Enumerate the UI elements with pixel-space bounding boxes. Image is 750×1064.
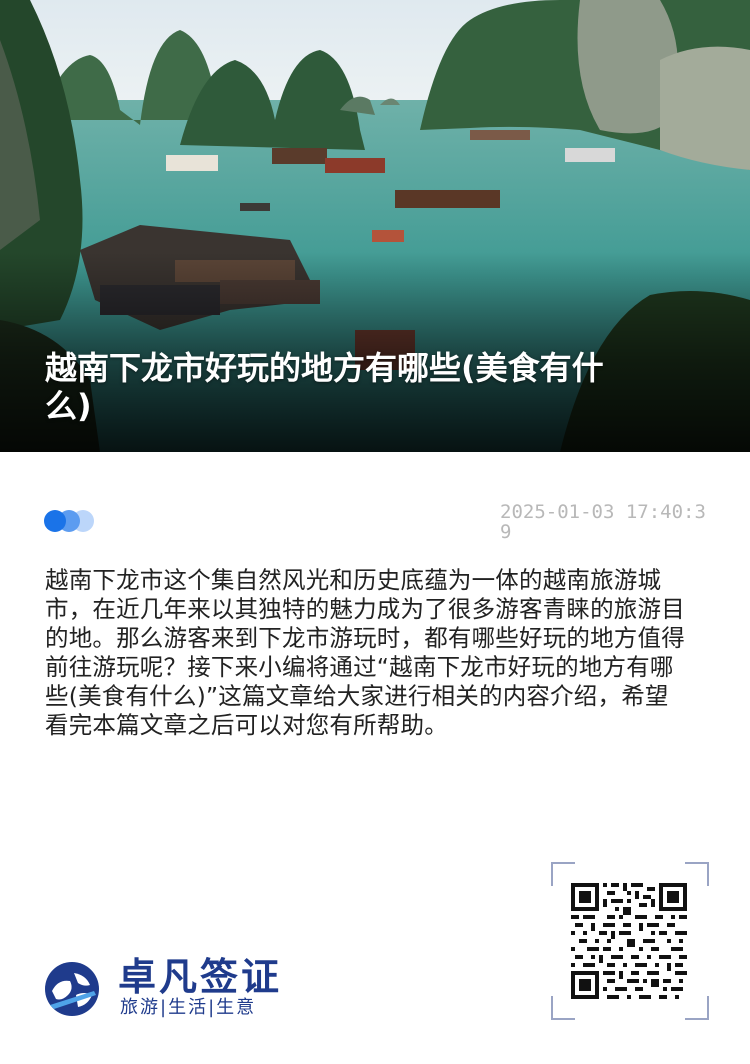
brand-name: 卓凡签证 <box>118 955 283 999</box>
brand-tagline: 旅游|生活|生意 <box>120 997 257 1018</box>
article-title: 越南下龙市好玩的地方有哪些(美食有什么) <box>45 349 604 425</box>
globe-airplane-logo-icon <box>45 962 99 1016</box>
article-body: 越南下龙市这个集自然风光和历史底蕴为一体的越南旅游城市，在近几年来以其独特的魅力… <box>45 566 685 739</box>
qr-corner <box>685 996 709 1020</box>
hero-image: 越南下龙市好玩的地方有哪些(美食有什么) <box>0 0 750 452</box>
qr-code-frame[interactable] <box>551 862 709 1020</box>
brand-block: 卓凡签证 旅游|生活|生意 <box>44 955 344 1025</box>
qr-corner <box>685 862 709 886</box>
loading-dots-icon <box>44 510 104 532</box>
qr-code-icon[interactable] <box>571 883 687 999</box>
poster: 越南下龙市好玩的地方有哪些(美食有什么) 2025-01-03 17:40:39… <box>0 0 750 1064</box>
publish-timestamp: 2025-01-03 17:40:39 <box>500 501 706 543</box>
qr-corner <box>551 996 575 1020</box>
dot <box>44 510 66 532</box>
